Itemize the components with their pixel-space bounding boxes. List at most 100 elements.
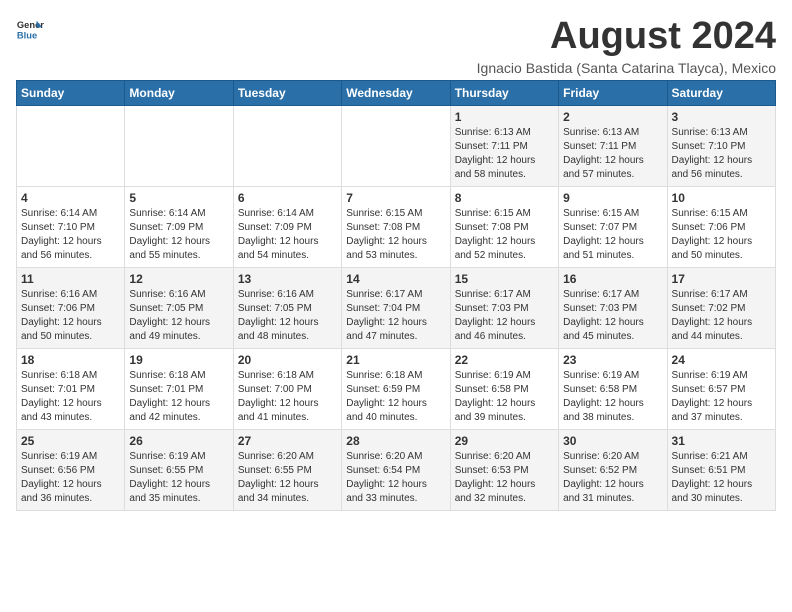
day-number: 26 bbox=[129, 434, 228, 448]
day-number: 20 bbox=[238, 353, 337, 367]
calendar-cell: 1 Sunrise: 6:13 AM Sunset: 7:11 PM Daylig… bbox=[450, 105, 558, 186]
calendar-cell: 22 Sunrise: 6:19 AM Sunset: 6:58 PM Dayli… bbox=[450, 348, 558, 429]
day-info: Sunrise: 6:13 AM Sunset: 7:11 PM Dayligh… bbox=[563, 126, 662, 182]
day-info: Sunrise: 6:15 AM Sunset: 7:06 PM Dayligh… bbox=[672, 207, 771, 263]
day-number: 19 bbox=[129, 353, 228, 367]
day-info: Sunrise: 6:17 AM Sunset: 7:02 PM Dayligh… bbox=[672, 288, 771, 344]
day-number: 13 bbox=[238, 272, 337, 286]
day-number: 21 bbox=[346, 353, 445, 367]
calendar-cell bbox=[233, 105, 341, 186]
header-day: Wednesday bbox=[342, 80, 450, 105]
header-day: Saturday bbox=[667, 80, 775, 105]
day-info: Sunrise: 6:19 AM Sunset: 6:57 PM Dayligh… bbox=[672, 369, 771, 425]
day-number: 22 bbox=[455, 353, 554, 367]
day-info: Sunrise: 6:18 AM Sunset: 7:01 PM Dayligh… bbox=[129, 369, 228, 425]
day-number: 9 bbox=[563, 191, 662, 205]
header-day: Sunday bbox=[17, 80, 125, 105]
header-day: Monday bbox=[125, 80, 233, 105]
logo: General Blue bbox=[16, 16, 44, 44]
day-info: Sunrise: 6:18 AM Sunset: 7:01 PM Dayligh… bbox=[21, 369, 120, 425]
day-number: 4 bbox=[21, 191, 120, 205]
calendar-cell: 9 Sunrise: 6:15 AM Sunset: 7:07 PM Daylig… bbox=[559, 186, 667, 267]
calendar-table: SundayMondayTuesdayWednesdayThursdayFrid… bbox=[16, 80, 776, 511]
calendar-cell bbox=[17, 105, 125, 186]
calendar-cell: 10Sunrise: 6:15 AM Sunset: 7:06 PM Dayli… bbox=[667, 186, 775, 267]
calendar-cell: 3 Sunrise: 6:13 AM Sunset: 7:10 PM Daylig… bbox=[667, 105, 775, 186]
day-number: 2 bbox=[563, 110, 662, 124]
calendar-cell: 7Sunrise: 6:15 AM Sunset: 7:08 PM Daylig… bbox=[342, 186, 450, 267]
calendar-week-row: 25Sunrise: 6:19 AM Sunset: 6:56 PM Dayli… bbox=[17, 429, 776, 510]
day-info: Sunrise: 6:17 AM Sunset: 7:03 PM Dayligh… bbox=[563, 288, 662, 344]
day-info: Sunrise: 6:14 AM Sunset: 7:10 PM Dayligh… bbox=[21, 207, 120, 263]
calendar-cell: 15Sunrise: 6:17 AM Sunset: 7:03 PM Dayli… bbox=[450, 267, 558, 348]
calendar-cell: 8Sunrise: 6:15 AM Sunset: 7:08 PM Daylig… bbox=[450, 186, 558, 267]
header-day: Thursday bbox=[450, 80, 558, 105]
calendar-cell: 28 Sunrise: 6:20 AM Sunset: 6:54 PM Dayli… bbox=[342, 429, 450, 510]
calendar-cell: 18 Sunrise: 6:18 AM Sunset: 7:01 PM Dayli… bbox=[17, 348, 125, 429]
calendar-cell: 29Sunrise: 6:20 AM Sunset: 6:53 PM Dayli… bbox=[450, 429, 558, 510]
day-number: 14 bbox=[346, 272, 445, 286]
day-info: Sunrise: 6:13 AM Sunset: 7:10 PM Dayligh… bbox=[672, 126, 771, 182]
day-info: Sunrise: 6:15 AM Sunset: 7:07 PM Dayligh… bbox=[563, 207, 662, 263]
day-info: Sunrise: 6:21 AM Sunset: 6:51 PM Dayligh… bbox=[672, 450, 771, 506]
calendar-cell: 20Sunrise: 6:18 AM Sunset: 7:00 PM Dayli… bbox=[233, 348, 341, 429]
day-info: Sunrise: 6:18 AM Sunset: 6:59 PM Dayligh… bbox=[346, 369, 445, 425]
day-info: Sunrise: 6:20 AM Sunset: 6:52 PM Dayligh… bbox=[563, 450, 662, 506]
svg-text:Blue: Blue bbox=[17, 30, 37, 40]
calendar-cell: 17 Sunrise: 6:17 AM Sunset: 7:02 PM Dayli… bbox=[667, 267, 775, 348]
day-number: 31 bbox=[672, 434, 771, 448]
day-number: 18 bbox=[21, 353, 120, 367]
day-number: 3 bbox=[672, 110, 771, 124]
day-info: Sunrise: 6:14 AM Sunset: 7:09 PM Dayligh… bbox=[238, 207, 337, 263]
month-title: August 2024 bbox=[477, 16, 776, 58]
calendar-cell: 26 Sunrise: 6:19 AM Sunset: 6:55 PM Dayli… bbox=[125, 429, 233, 510]
calendar-cell: 5Sunrise: 6:14 AM Sunset: 7:09 PM Daylig… bbox=[125, 186, 233, 267]
day-number: 27 bbox=[238, 434, 337, 448]
day-info: Sunrise: 6:16 AM Sunset: 7:05 PM Dayligh… bbox=[238, 288, 337, 344]
day-number: 23 bbox=[563, 353, 662, 367]
calendar-week-row: 4 Sunrise: 6:14 AM Sunset: 7:10 PM Daylig… bbox=[17, 186, 776, 267]
calendar-cell: 13 Sunrise: 6:16 AM Sunset: 7:05 PM Dayli… bbox=[233, 267, 341, 348]
day-number: 30 bbox=[563, 434, 662, 448]
calendar-cell: 25Sunrise: 6:19 AM Sunset: 6:56 PM Dayli… bbox=[17, 429, 125, 510]
day-number: 16 bbox=[563, 272, 662, 286]
header-day: Friday bbox=[559, 80, 667, 105]
day-info: Sunrise: 6:13 AM Sunset: 7:11 PM Dayligh… bbox=[455, 126, 554, 182]
day-info: Sunrise: 6:16 AM Sunset: 7:05 PM Dayligh… bbox=[129, 288, 228, 344]
calendar-cell: 6 Sunrise: 6:14 AM Sunset: 7:09 PM Daylig… bbox=[233, 186, 341, 267]
header: General Blue August 2024 Ignacio Bastida… bbox=[16, 16, 776, 76]
day-info: Sunrise: 6:19 AM Sunset: 6:58 PM Dayligh… bbox=[563, 369, 662, 425]
title-area: August 2024 Ignacio Bastida (Santa Catar… bbox=[477, 16, 776, 76]
calendar-cell: 2 Sunrise: 6:13 AM Sunset: 7:11 PM Daylig… bbox=[559, 105, 667, 186]
day-info: Sunrise: 6:17 AM Sunset: 7:04 PM Dayligh… bbox=[346, 288, 445, 344]
calendar-cell: 23 Sunrise: 6:19 AM Sunset: 6:58 PM Dayli… bbox=[559, 348, 667, 429]
calendar-week-row: 1 Sunrise: 6:13 AM Sunset: 7:11 PM Daylig… bbox=[17, 105, 776, 186]
location-title: Ignacio Bastida (Santa Catarina Tlayca),… bbox=[477, 60, 776, 76]
day-number: 1 bbox=[455, 110, 554, 124]
calendar-cell: 14 Sunrise: 6:17 AM Sunset: 7:04 PM Dayli… bbox=[342, 267, 450, 348]
calendar-cell: 30 Sunrise: 6:20 AM Sunset: 6:52 PM Dayli… bbox=[559, 429, 667, 510]
day-number: 11 bbox=[21, 272, 120, 286]
day-number: 6 bbox=[238, 191, 337, 205]
calendar-week-row: 18 Sunrise: 6:18 AM Sunset: 7:01 PM Dayli… bbox=[17, 348, 776, 429]
day-number: 7 bbox=[346, 191, 445, 205]
day-info: Sunrise: 6:19 AM Sunset: 6:55 PM Dayligh… bbox=[129, 450, 228, 506]
day-info: Sunrise: 6:20 AM Sunset: 6:55 PM Dayligh… bbox=[238, 450, 337, 506]
calendar-cell: 19 Sunrise: 6:18 AM Sunset: 7:01 PM Dayli… bbox=[125, 348, 233, 429]
day-info: Sunrise: 6:20 AM Sunset: 6:54 PM Dayligh… bbox=[346, 450, 445, 506]
header-day: Tuesday bbox=[233, 80, 341, 105]
day-info: Sunrise: 6:19 AM Sunset: 6:58 PM Dayligh… bbox=[455, 369, 554, 425]
calendar-cell: 4 Sunrise: 6:14 AM Sunset: 7:10 PM Daylig… bbox=[17, 186, 125, 267]
calendar-week-row: 11Sunrise: 6:16 AM Sunset: 7:06 PM Dayli… bbox=[17, 267, 776, 348]
day-number: 24 bbox=[672, 353, 771, 367]
header-row: SundayMondayTuesdayWednesdayThursdayFrid… bbox=[17, 80, 776, 105]
calendar-cell: 21 Sunrise: 6:18 AM Sunset: 6:59 PM Dayli… bbox=[342, 348, 450, 429]
day-number: 12 bbox=[129, 272, 228, 286]
calendar-cell: 31 Sunrise: 6:21 AM Sunset: 6:51 PM Dayli… bbox=[667, 429, 775, 510]
calendar-cell: 16 Sunrise: 6:17 AM Sunset: 7:03 PM Dayli… bbox=[559, 267, 667, 348]
calendar-cell bbox=[125, 105, 233, 186]
day-number: 28 bbox=[346, 434, 445, 448]
day-number: 29 bbox=[455, 434, 554, 448]
day-number: 17 bbox=[672, 272, 771, 286]
day-info: Sunrise: 6:15 AM Sunset: 7:08 PM Dayligh… bbox=[455, 207, 554, 263]
